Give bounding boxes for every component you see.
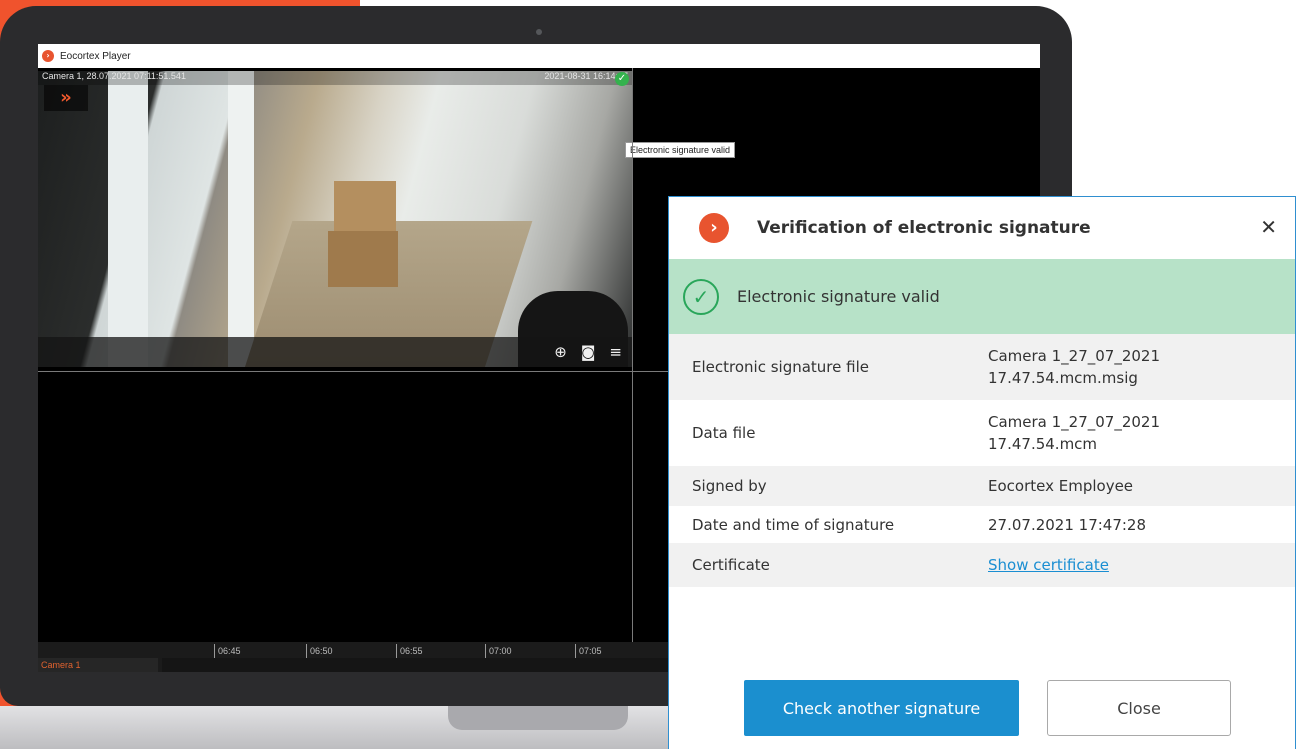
camera-overlay: Camera 1, 28.07.2021 07:11:51.541 2021-0… (38, 71, 632, 85)
snapshot-icon[interactable]: ◙ (581, 343, 596, 361)
info-value: Eocortex Employee (988, 477, 1134, 495)
scene-box (334, 181, 396, 231)
info-value: Show certificate (988, 554, 1288, 576)
info-value-line: Camera 1_27_07_2021 (988, 413, 1161, 431)
camera-toolbar: ⊕ ◙ ≡ (38, 337, 632, 367)
player-window-title: Eocortex Player (60, 50, 131, 62)
scene-box (328, 231, 398, 287)
dialog-title: Verification of electronic signature (757, 218, 1091, 238)
info-row-date-time: Date and time of signature 27.07.2021 17… (669, 506, 1295, 543)
info-label: Date and time of signature (692, 515, 895, 534)
scene-doorframe (108, 71, 148, 367)
info-value-line: 17.47.54.mcm (988, 435, 1098, 453)
timeline-tick: 06:50 (306, 644, 333, 658)
stage: › Eocortex Player Camera 1, 28.07.2021 0… (0, 0, 1296, 749)
eocortex-logo-icon: › (699, 213, 729, 243)
dialog-header: › Verification of electronic signature ✕ (669, 197, 1295, 259)
webcam-dot (536, 29, 542, 35)
info-row-certificate: Certificate Show certificate (669, 543, 1295, 587)
info-value: Camera 1_27_07_2021 17.47.54.mcm.msig (988, 345, 1288, 389)
info-value-line: 17.47.54.mcm.msig (988, 369, 1138, 387)
status-banner: ✓ Electronic signature valid (669, 259, 1295, 334)
info-label: Electronic signature file (692, 358, 869, 376)
player-titlebar: › Eocortex Player (38, 44, 1040, 68)
grid-divider (632, 68, 633, 642)
info-label: Signed by (692, 477, 767, 495)
menu-icon[interactable]: ≡ (609, 343, 622, 361)
laptop-notch (448, 706, 628, 730)
info-row-signed-by: Signed by Eocortex Employee (669, 466, 1295, 506)
camera-view[interactable]: Camera 1, 28.07.2021 07:11:51.541 2021-0… (38, 71, 632, 367)
check-another-signature-button[interactable]: Check another signature (744, 680, 1019, 736)
info-row-data-file: Data file Camera 1_27_07_2021 17.47.54.m… (669, 400, 1295, 466)
info-value: 27.07.2021 17:47:28 (988, 515, 1147, 534)
timeline-tick: 07:00 (485, 644, 512, 658)
expand-panel-button[interactable]: » (44, 85, 88, 111)
status-text: Electronic signature valid (737, 287, 940, 306)
show-certificate-link[interactable]: Show certificate (988, 556, 1109, 574)
timeline-camera-label[interactable]: Camera 1 (38, 658, 158, 672)
close-button[interactable]: Close (1047, 680, 1231, 736)
info-value: Camera 1_27_07_2021 17.47.54.mcm (988, 411, 1288, 455)
info-label: Certificate (692, 556, 770, 574)
close-icon[interactable]: ✕ (1260, 215, 1277, 239)
scene-doorframe (228, 71, 254, 367)
check-circle-icon: ✓ (683, 278, 719, 315)
timeline-tick: 06:45 (214, 644, 241, 658)
info-label: Data file (692, 424, 756, 442)
eocortex-logo-icon: › (42, 50, 54, 62)
timeline-tick: 07:05 (575, 644, 602, 658)
zoom-in-icon[interactable]: ⊕ (554, 343, 567, 361)
info-value-line: Camera 1_27_07_2021 (988, 347, 1161, 365)
timeline-tick: 06:55 (396, 644, 423, 658)
info-row-signature-file: Electronic signature file Camera 1_27_07… (669, 334, 1295, 400)
signature-verification-dialog: › Verification of electronic signature ✕… (668, 196, 1296, 749)
signature-valid-icon[interactable]: ✓ (615, 72, 629, 86)
signature-tooltip: Electronic signature valid (625, 142, 736, 158)
camera-timestamp: Camera 1, 28.07.2021 07:11:51.541 (42, 71, 186, 81)
